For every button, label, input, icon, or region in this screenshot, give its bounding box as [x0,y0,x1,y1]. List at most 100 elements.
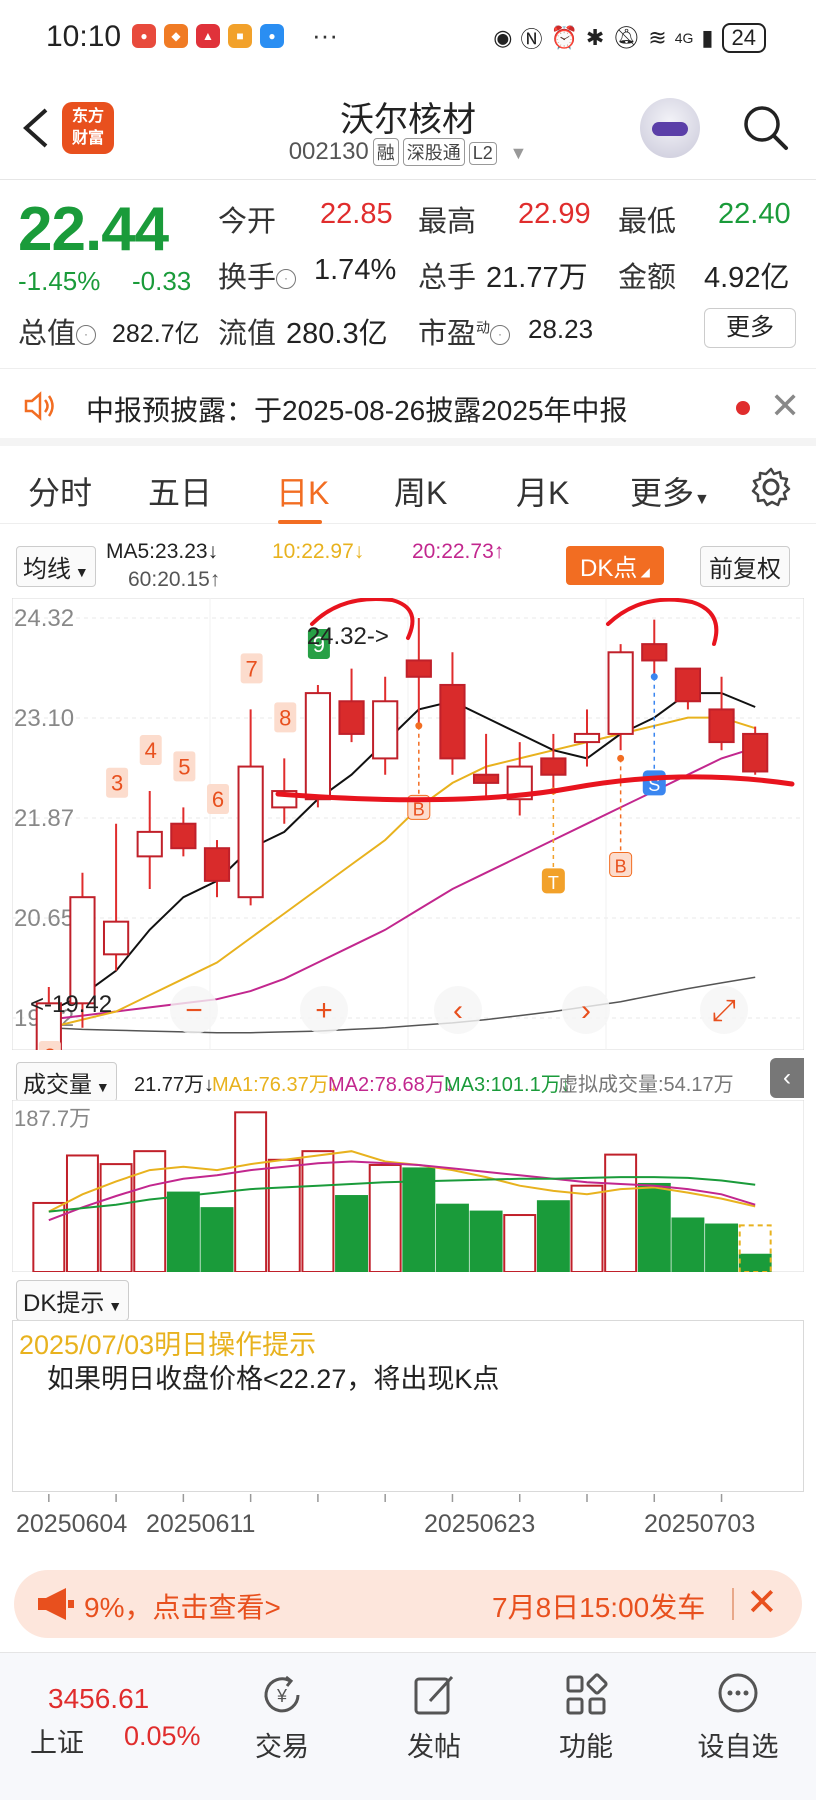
nav-label: 交易 [255,1732,309,1762]
scroll-left-button[interactable]: ‹ [434,986,482,1034]
battery-indicator: 24 [721,23,766,53]
close-banner-button[interactable]: ✕ [746,1580,778,1625]
nav-post[interactable]: 发帖 [384,1671,484,1764]
low-marker: <-19.42 [30,991,112,1018]
candle-down [641,643,668,662]
message-icon: ● [260,24,284,48]
candlestick-chart[interactable]: 24.3223.1021.8720.6519.42 2345678924.32-… [12,598,804,1050]
y-axis-label: 20.65 [14,905,74,932]
date-label: 20250604 [16,1510,128,1538]
volume-bar-up [65,1154,99,1272]
candle-down [540,757,567,776]
mktcap-label: 总值 · [18,310,97,352]
edit-icon [414,1675,454,1715]
volume-bar-down [637,1182,671,1272]
candle-down [203,847,231,882]
nav-label: 设自选 [697,1732,779,1762]
banner-divider [732,1588,734,1620]
nav-functions[interactable]: 功能 [536,1671,636,1764]
alarm-icon: ⏰ [550,25,578,50]
candle-down [472,773,500,784]
dk-hint-select[interactable]: DK提示 ▼ [16,1280,130,1321]
wave-number: 6 [212,787,224,812]
connect-tag: 深股通 [402,138,465,166]
high-marker: 24.32-> [307,623,389,650]
quote-panel: 22.44 -1.45% -0.33 今开 22.85 最高 22.99 最低 … [0,182,816,362]
speaker-icon [24,391,54,421]
volume-bar-up [604,1153,638,1272]
stock-code: 002130 [288,138,369,165]
megaphone-icon [38,1588,74,1620]
volume-chart[interactable]: 187.7万 [12,1100,804,1272]
tab-daily-k[interactable]: 日K [276,468,329,514]
close-notice-button[interactable]: ✕ [770,385,800,427]
ma60-label: 60:20.15↑ [128,568,221,591]
collapse-panel-button[interactable]: ‹ [770,1058,804,1098]
info-icon[interactable]: · [276,269,297,290]
volume-bar-down [536,1200,570,1272]
tab-monthly-k[interactable]: 月K [516,468,569,514]
nav-watchlist[interactable]: 设自选 [688,1671,788,1764]
network-label: 4G [674,30,694,46]
candle-up [136,830,163,858]
zoom-out-button[interactable]: − [170,986,218,1034]
adjust-select[interactable]: 前复权 [700,546,790,587]
more-quote-button[interactable]: 更多 [704,308,796,348]
index-name: 上证 [30,1728,84,1758]
indicator-select[interactable]: 均线 ▼ [16,546,96,587]
tab-weekly-k[interactable]: 周K [394,468,447,514]
candle-down [338,700,365,735]
app-notification-icon: ● [132,24,156,48]
tab-intraday[interactable]: 分时 [28,468,92,514]
scroll-right-button[interactable]: › [562,986,610,1034]
change-amount: -0.33 [132,266,192,296]
volume-bar-down [166,1191,200,1272]
gear-icon[interactable] [750,466,792,508]
search-icon[interactable] [740,102,790,152]
volume-bar-up [99,1163,133,1272]
volume-label: 总手 [418,262,477,294]
info-icon[interactable]: · [76,325,97,346]
mute-icon: 🔕︎ [612,25,641,50]
signal-label: B [615,857,627,877]
signal-dot [415,722,423,730]
level2-tag: L2 [468,142,497,165]
turnover-value: 1.74% [314,254,397,286]
control-glyph: › [581,994,591,1027]
nav-trade[interactable]: ¥ 交易 [232,1671,332,1764]
y-axis-label: 21.87 [14,805,74,832]
candle-down [708,708,735,744]
info-icon[interactable]: · [490,325,511,346]
volume-bar-down [705,1223,739,1272]
grid-icon [566,1673,608,1715]
disclosure-notice[interactable]: 中报预披露：于2025-08-26披露2025年中报 ✕ [0,368,816,446]
candle-up [237,765,264,899]
volume-bar-up [32,1201,66,1272]
candle-down [742,732,769,773]
float-label: 流值 [218,318,277,350]
wave-number: 3 [111,771,123,796]
tab-five-day[interactable]: 五日 [148,468,212,514]
promo-banner[interactable]: 9%，点击查看> 7月8日15:00发车 ✕ [14,1570,802,1638]
volume-indicator-select[interactable]: 成交量 ▼ [16,1062,117,1102]
nav-label: 功能 [559,1732,613,1762]
volume-bar-down [402,1167,436,1272]
pe-value: 28.23 [528,314,594,344]
dk-point-button[interactable]: DK点 ◢ [566,546,664,585]
volume-bar-down [200,1207,234,1272]
date-axis: 20250604 20250611 20250623 20250703 [12,1494,804,1544]
y-axis-label: 23.10 [14,705,74,732]
signal-label: B [413,799,425,819]
index-percent: 0.05% [124,1721,201,1751]
tab-more[interactable]: 更多▼ [630,468,710,514]
wave-number: 4 [145,738,157,763]
wifi-icon: ≋ [648,25,667,50]
candle-down [170,822,197,850]
fullscreen-button[interactable]: ⤢ [700,986,748,1034]
amount-label: 金额 [618,262,677,294]
signal-dot [617,754,625,762]
zoom-in-button[interactable]: + [300,986,348,1034]
margin-tag: 融 [372,138,399,166]
candle-up [69,896,96,1005]
assistant-robot-icon[interactable] [640,98,700,158]
